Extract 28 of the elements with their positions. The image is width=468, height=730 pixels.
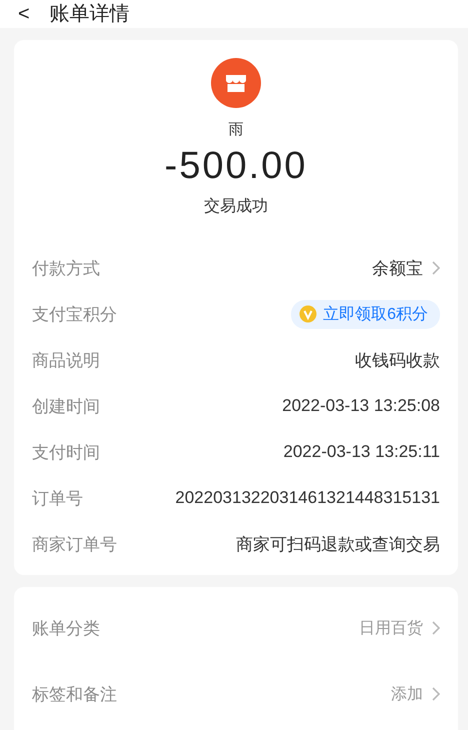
points-badge[interactable]: 立即领取6积分: [291, 300, 440, 328]
field-value: 2022031322031461321448315131: [175, 488, 440, 508]
page-title: 账单详情: [50, 4, 130, 24]
field-label: 商家订单号: [32, 534, 117, 556]
field-label: 账单分类: [32, 618, 100, 640]
back-button[interactable]: <: [18, 4, 30, 24]
field-value: 收钱码收款: [355, 350, 440, 372]
merchant-name: 雨: [228, 120, 244, 139]
field-label: 支付时间: [32, 442, 100, 464]
field-label: 订单号: [32, 488, 83, 510]
field-label: 创建时间: [32, 396, 100, 418]
chevron-right-icon: [432, 261, 440, 275]
shop-icon: [211, 58, 261, 108]
chevron-right-icon: [432, 687, 440, 701]
field-value[interactable]: 添加: [391, 684, 423, 704]
field-label: 付款方式: [32, 258, 100, 280]
field-value: 商家可扫码退款或查询交易: [236, 534, 440, 556]
field-value: 2022-03-13 13:25:11: [283, 442, 440, 462]
field-value[interactable]: 日用百货: [359, 618, 423, 638]
field-value: 2022-03-13 13:25:08: [282, 396, 440, 416]
field-label: 商品说明: [32, 350, 100, 372]
field-value[interactable]: 余额宝: [372, 256, 423, 280]
transaction-status: 交易成功: [204, 196, 268, 217]
amount: -500.00: [164, 145, 308, 188]
chevron-right-icon: [432, 621, 440, 635]
field-label: 支付宝积分: [32, 304, 117, 326]
coin-icon: [299, 305, 318, 323]
field-label: 标签和备注: [32, 684, 117, 706]
